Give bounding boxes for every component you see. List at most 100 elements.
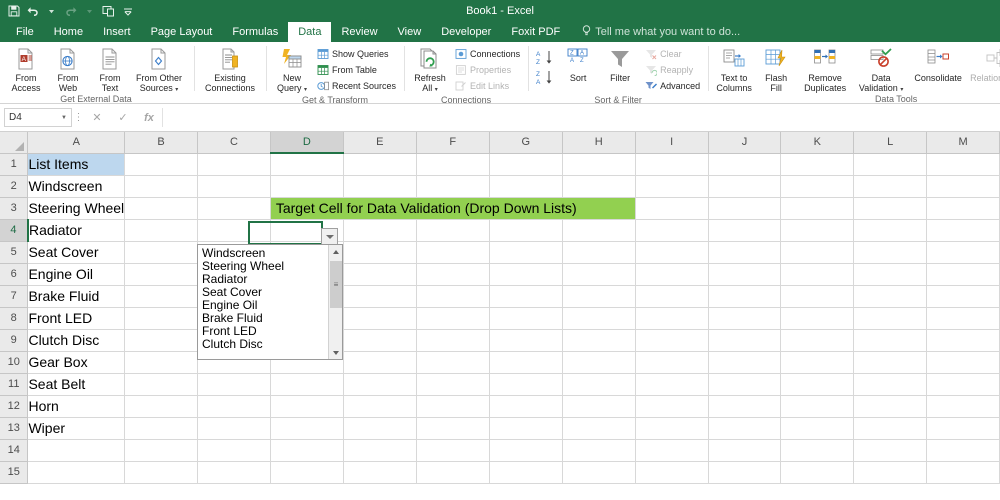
- cell-e10[interactable]: [343, 351, 417, 374]
- sort-ascending-button[interactable]: AZ: [533, 48, 557, 68]
- cell-f14[interactable]: [416, 439, 490, 462]
- cell-g9[interactable]: [489, 329, 563, 352]
- cell-j15[interactable]: [708, 461, 782, 484]
- cell-m5[interactable]: [926, 241, 1000, 264]
- cell-k3[interactable]: [780, 197, 855, 220]
- cell-j9[interactable]: [708, 329, 782, 352]
- cell-c1[interactable]: [197, 153, 271, 176]
- cell-a8[interactable]: Front LED: [27, 307, 126, 330]
- select-all-corner[interactable]: [0, 132, 29, 154]
- cell-i1[interactable]: [635, 153, 709, 176]
- cell-g11[interactable]: [489, 373, 563, 396]
- col-header-d[interactable]: D: [270, 132, 344, 154]
- cell-b1[interactable]: [124, 153, 199, 176]
- row-header-14[interactable]: 14: [0, 439, 29, 462]
- cell-f8[interactable]: [416, 307, 490, 330]
- cell-k1[interactable]: [780, 153, 855, 176]
- tab-page-layout[interactable]: Page Layout: [141, 22, 223, 42]
- cell-m11[interactable]: [926, 373, 1000, 396]
- filter-button[interactable]: Filter: [599, 45, 641, 83]
- cell-i7[interactable]: [635, 285, 709, 308]
- cell-b11[interactable]: [124, 373, 199, 396]
- col-header-b[interactable]: B: [124, 132, 199, 154]
- cell-b10[interactable]: [124, 351, 199, 374]
- from-other-sources-button[interactable]: From Other Sources ▾: [131, 45, 187, 93]
- tab-file[interactable]: File: [6, 22, 44, 42]
- cell-j2[interactable]: [708, 175, 782, 198]
- cell-h14[interactable]: [562, 439, 636, 462]
- cell-l1[interactable]: [853, 153, 928, 176]
- cell-e12[interactable]: [343, 395, 417, 418]
- cell-a7[interactable]: Brake Fluid: [27, 285, 126, 308]
- cell-m8[interactable]: [926, 307, 1000, 330]
- cell-k9[interactable]: [780, 329, 855, 352]
- cell-d13[interactable]: [270, 417, 344, 440]
- cell-i4[interactable]: [635, 219, 709, 242]
- col-header-a[interactable]: A: [27, 132, 126, 154]
- row-header-15[interactable]: 15: [0, 461, 29, 484]
- cell-a9[interactable]: Clutch Disc: [27, 329, 126, 352]
- cell-e2[interactable]: [343, 175, 417, 198]
- row-header-5[interactable]: 5: [0, 241, 29, 264]
- cell-h12[interactable]: [562, 395, 636, 418]
- cell-f4[interactable]: [416, 219, 490, 242]
- row-header-6[interactable]: 6: [0, 263, 29, 286]
- cell-d1[interactable]: [270, 153, 344, 176]
- cell-l3[interactable]: [853, 197, 928, 220]
- col-header-e[interactable]: E: [343, 132, 417, 154]
- from-text-button[interactable]: From Text: [89, 45, 131, 93]
- cell-a6[interactable]: Engine Oil: [27, 263, 126, 286]
- cell-g1[interactable]: [489, 153, 563, 176]
- cell-h7[interactable]: [562, 285, 636, 308]
- cell-l11[interactable]: [853, 373, 928, 396]
- tell-me-search[interactable]: Tell me what you want to do...: [570, 22, 740, 42]
- cell-e11[interactable]: [343, 373, 417, 396]
- col-header-i[interactable]: I: [635, 132, 709, 154]
- cell-a4[interactable]: Radiator: [27, 219, 126, 242]
- cell-b14[interactable]: [124, 439, 199, 462]
- cell-f9[interactable]: [416, 329, 490, 352]
- row-header-11[interactable]: 11: [0, 373, 29, 396]
- cell-k10[interactable]: [780, 351, 855, 374]
- cell-l2[interactable]: [853, 175, 928, 198]
- cell-c4[interactable]: [197, 219, 271, 242]
- cell-e14[interactable]: [343, 439, 417, 462]
- data-validation-button[interactable]: Data Validation ▾: [853, 45, 909, 93]
- cell-i5[interactable]: [635, 241, 709, 264]
- cell-j7[interactable]: [708, 285, 782, 308]
- cell-f6[interactable]: [416, 263, 490, 286]
- new-query-button[interactable]: New Query ▾: [271, 45, 313, 93]
- cell-b6[interactable]: [124, 263, 199, 286]
- cell-f15[interactable]: [416, 461, 490, 484]
- cell-e8[interactable]: [343, 307, 417, 330]
- cell-j12[interactable]: [708, 395, 782, 418]
- cell-b8[interactable]: [124, 307, 199, 330]
- cell-m13[interactable]: [926, 417, 1000, 440]
- row-header-7[interactable]: 7: [0, 285, 29, 308]
- cell-f5[interactable]: [416, 241, 490, 264]
- cell-i9[interactable]: [635, 329, 709, 352]
- cell-h13[interactable]: [562, 417, 636, 440]
- tab-foxit-pdf[interactable]: Foxit PDF: [501, 22, 570, 42]
- cell-e9[interactable]: [343, 329, 417, 352]
- cell-c13[interactable]: [197, 417, 271, 440]
- cell-k8[interactable]: [780, 307, 855, 330]
- from-web-button[interactable]: From Web: [47, 45, 89, 93]
- cell-c12[interactable]: [197, 395, 271, 418]
- cell-a15[interactable]: [27, 461, 126, 484]
- cell-l10[interactable]: [853, 351, 928, 374]
- cell-k13[interactable]: [780, 417, 855, 440]
- cell-j10[interactable]: [708, 351, 782, 374]
- cell-l7[interactable]: [853, 285, 928, 308]
- row-header-4[interactable]: 4: [0, 219, 29, 242]
- cell-b3[interactable]: [124, 197, 199, 220]
- cell-a3[interactable]: Steering Wheel: [27, 197, 126, 220]
- cell-m14[interactable]: [926, 439, 1000, 462]
- cell-g12[interactable]: [489, 395, 563, 418]
- cell-f12[interactable]: [416, 395, 490, 418]
- sort-button[interactable]: ZAAZ Sort: [557, 45, 599, 83]
- chevron-down-icon[interactable]: ▾: [304, 87, 307, 93]
- show-queries-button[interactable]: Show Queries: [313, 46, 399, 62]
- undo-dropdown-icon[interactable]: [42, 2, 61, 21]
- cell-h9[interactable]: [562, 329, 636, 352]
